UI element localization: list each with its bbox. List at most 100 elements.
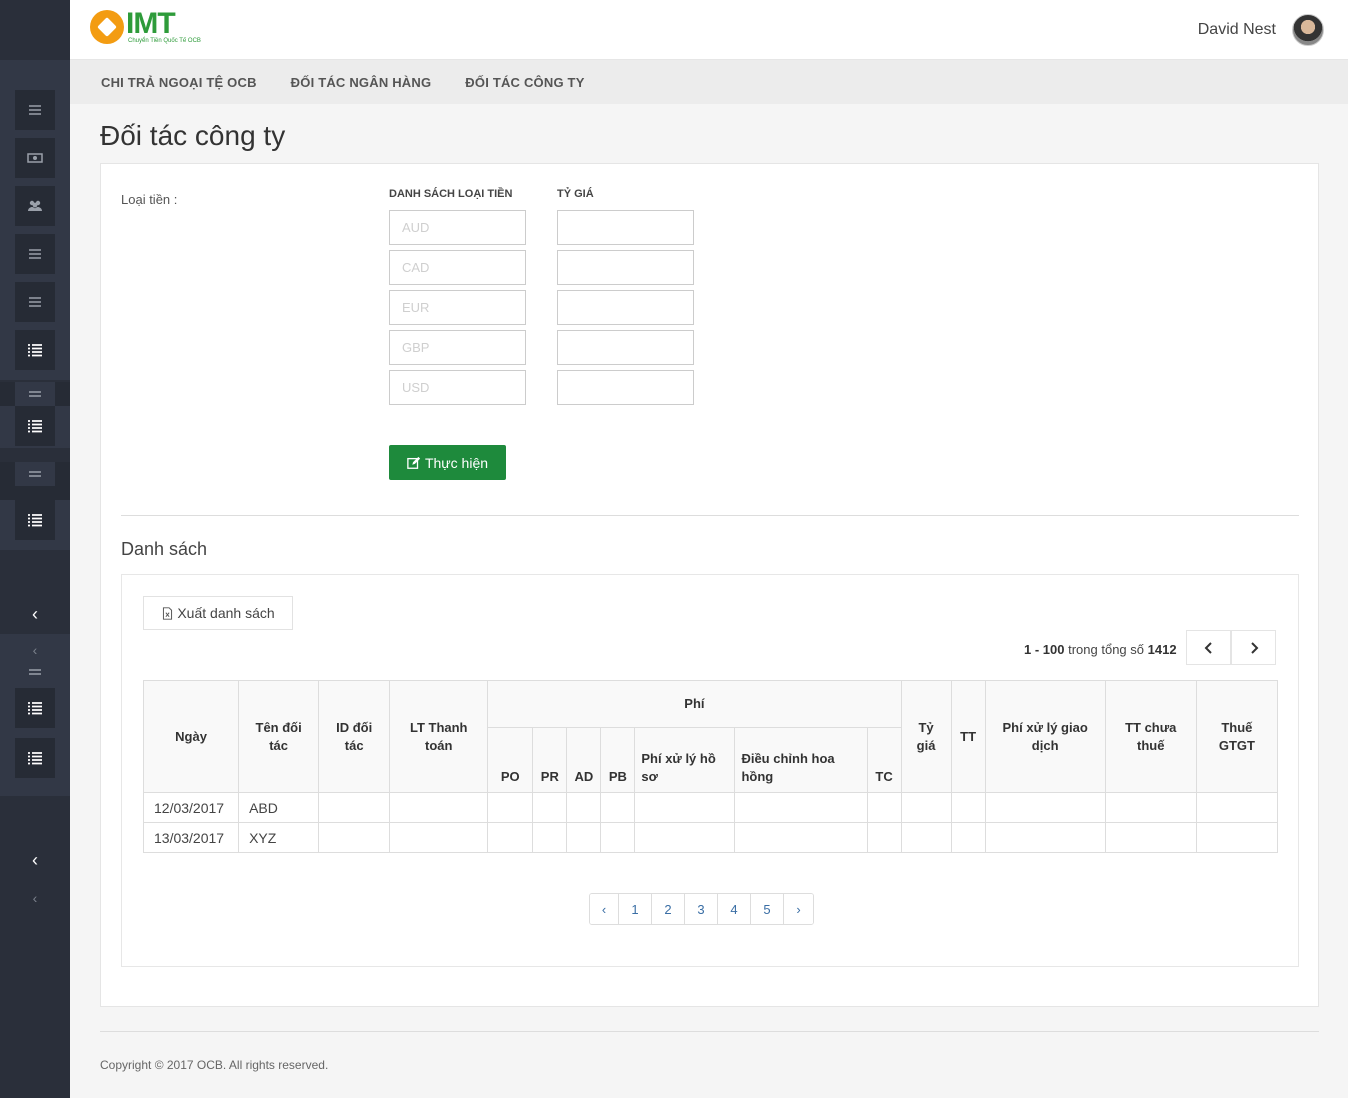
pagination-prev-icon[interactable]: ‹ [590, 894, 619, 924]
submit-button[interactable]: Thực hiện [389, 445, 506, 480]
summary-text: trong tổng số [1068, 642, 1144, 657]
sidebar-item-list-6[interactable] [15, 738, 55, 778]
col-vat[interactable]: Thuế GTGT [1195, 680, 1279, 793]
col-tx-fee[interactable]: Phí xử lý giao dịch [984, 680, 1106, 793]
sidebar-item-list-active[interactable] [15, 330, 55, 370]
cell [1195, 822, 1279, 853]
col-po[interactable]: PO [487, 727, 534, 793]
cell [634, 792, 736, 823]
cell [1104, 792, 1197, 823]
page-link-1[interactable]: 1 [619, 894, 652, 924]
nav-ocb-payout[interactable]: CHI TRẢ NGOẠI TỆ OCB [101, 75, 257, 90]
submit-label: Thực hiện [424, 454, 489, 471]
table-row[interactable]: 12/03/2017 ABD [142, 792, 1279, 823]
cell [900, 822, 952, 853]
next-page-button[interactable] [1231, 630, 1276, 665]
currency-field-usd[interactable] [389, 370, 526, 405]
rate-field-usd[interactable] [557, 370, 694, 405]
col-ad[interactable]: AD [566, 727, 602, 793]
nav-bank-partners[interactable]: ĐỐI TÁC NGÂN HÀNG [291, 75, 432, 90]
cell [318, 822, 391, 853]
cell [532, 792, 568, 823]
cell-date: 12/03/2017 [142, 792, 240, 823]
sidebar-item-sub-2[interactable] [15, 462, 55, 486]
currency-field-eur[interactable] [389, 290, 526, 325]
page-link-5[interactable]: 5 [751, 894, 784, 924]
cell [600, 822, 636, 853]
rate-field-eur[interactable] [557, 290, 694, 325]
bullet-list-icon [28, 702, 42, 715]
sidebar-item-users[interactable] [15, 186, 55, 226]
sidebar-item-list-3[interactable] [15, 406, 55, 446]
logo-title: IMT [126, 7, 176, 40]
col-currency[interactable]: LT Thanh toán [389, 680, 489, 793]
sidebar-item-money[interactable] [15, 138, 55, 178]
col-tc[interactable]: TC [866, 727, 902, 793]
collapse-icon[interactable]: ‹ [0, 594, 70, 634]
col-fee-profile[interactable]: Phí xử lý hồ sơ [634, 727, 736, 793]
collapse-icon-2[interactable]: ‹ [0, 834, 70, 886]
edit-icon [407, 456, 421, 469]
col-tt[interactable]: TT [950, 680, 986, 793]
page-link-4[interactable]: 4 [718, 894, 751, 924]
cell [389, 822, 489, 853]
cell [318, 792, 391, 823]
currency-field-gbp[interactable] [389, 330, 526, 365]
col-pb[interactable]: PB [600, 727, 636, 793]
sidebar-item-list-4[interactable] [15, 500, 55, 540]
user-menu[interactable]: David Nest [1198, 14, 1324, 46]
summary-total: 1412 [1147, 642, 1177, 657]
prev-page-button[interactable] [1186, 630, 1231, 665]
cell [1195, 792, 1279, 823]
list-title: Danh sách [121, 539, 208, 559]
rate-field-cad[interactable] [557, 250, 694, 285]
pagination-next-icon[interactable]: › [784, 894, 813, 924]
page-link-2[interactable]: 2 [652, 894, 685, 924]
record-summary: 1 - 100 trong tổng số 1412 [1024, 642, 1177, 657]
page-link-3[interactable]: 3 [685, 894, 718, 924]
cell-partner-name: ABD [238, 792, 320, 823]
list-panel: Xuất danh sách 1 - 100 trong tổng số 141… [121, 574, 1299, 967]
currency-label: Loại tiền : [121, 192, 178, 207]
collapse-sub-icon[interactable]: ‹ [0, 634, 70, 666]
chevron-left-icon [1204, 641, 1212, 654]
sidebar-item-sub-3[interactable] [15, 666, 55, 678]
currency-field-aud[interactable] [389, 210, 526, 245]
rate-field-gbp[interactable] [557, 330, 694, 365]
cell [600, 792, 636, 823]
table-row[interactable]: 13/03/2017 XYZ [142, 822, 1279, 853]
sidebar-item-list-1[interactable] [15, 234, 55, 274]
avatar[interactable] [1292, 14, 1324, 46]
col-rate[interactable]: Tỷ giá [900, 680, 952, 793]
col-commission[interactable]: Điều chỉnh hoa hồng [734, 727, 868, 793]
logo[interactable]: IMT Chuyển Tiền Quốc Tế OCB [90, 7, 201, 44]
sidebar-group-3b [0, 500, 70, 550]
sidebar-item-menu[interactable] [15, 90, 55, 130]
col-pr[interactable]: PR [532, 727, 568, 793]
cell [487, 822, 534, 853]
sidebar-item-list-5[interactable] [15, 688, 55, 728]
currency-field-cad[interactable] [389, 250, 526, 285]
cell [950, 792, 986, 823]
cell [900, 792, 952, 823]
col-partner-name[interactable]: Tên đối tác [238, 680, 320, 793]
col-pre-tax[interactable]: TT chưa thuế [1104, 680, 1197, 793]
pagination: ‹ 1 2 3 4 5 › [589, 893, 814, 925]
export-button[interactable]: Xuất danh sách [143, 596, 293, 630]
user-name[interactable]: David Nest [1198, 21, 1276, 39]
bullet-list-icon [28, 420, 42, 433]
cell [866, 822, 902, 853]
cell [389, 792, 489, 823]
col-partner-id[interactable]: ID đối tác [318, 680, 391, 793]
nav-company-partners[interactable]: ĐỐI TÁC CÔNG TY [465, 75, 584, 90]
bullet-list-icon [28, 752, 42, 765]
rate-field-aud[interactable] [557, 210, 694, 245]
sidebar-item-list-2[interactable] [15, 282, 55, 322]
partner-table: Ngày Tên đối tác ID đối tác LT Thanh toá… [142, 679, 1279, 853]
sidebar-item-sub[interactable] [15, 382, 55, 406]
cell [566, 792, 602, 823]
col-date[interactable]: Ngày [142, 680, 240, 793]
page-title: Đối tác công ty [100, 120, 286, 151]
collapse-sub-icon-2[interactable]: ‹ [0, 886, 70, 910]
